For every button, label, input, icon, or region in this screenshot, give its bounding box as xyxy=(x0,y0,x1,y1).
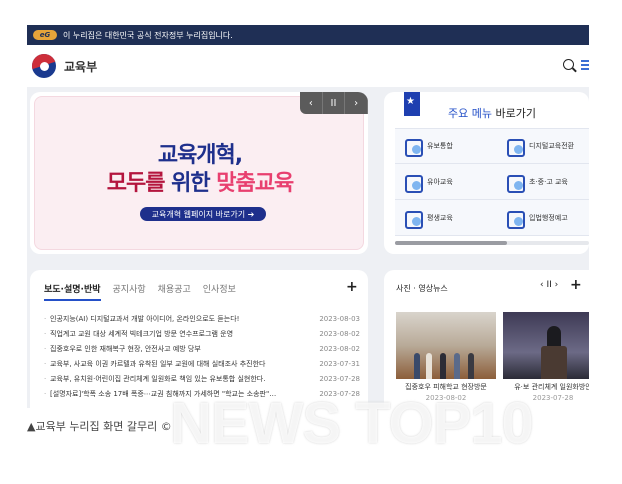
banner-headline-part: 맞춤교육 xyxy=(216,171,294,196)
quick-menu-item[interactable]: 디지털교육전환 xyxy=(495,129,589,164)
government-notice-text: 이 누리집은 대한민국 공식 전자정부 누리집입니다. xyxy=(63,30,233,40)
monitor-icon xyxy=(403,209,423,229)
news-title: 직업계고 교원 대상 세계적 빅테크기업 방문 연수프로그램 운영 xyxy=(50,329,234,338)
government-notice-bar: eG 이 누리집은 대한민국 공식 전자정부 누리집입니다. xyxy=(27,25,589,45)
quick-menu-scrollbar[interactable] xyxy=(395,241,589,245)
chevron-left-icon[interactable]: ‹ xyxy=(300,92,323,114)
news-row[interactable]: · 교육부, 사교육 이권 카르텔과 유착된 일부 교원에 대해 실태조사 추진한… xyxy=(44,356,360,371)
watermark: NEWS TOP10 xyxy=(170,391,534,456)
bookmark-icon xyxy=(404,92,420,116)
quick-menu-item[interactable]: 유아교육 xyxy=(395,165,495,200)
site-name[interactable]: 교육부 xyxy=(64,58,97,75)
speaker-figure xyxy=(547,326,561,348)
news-title: 교육부, 유치원·어린이집 관리체계 일원화로 책임 있는 유보통합 실현한다. xyxy=(50,374,266,383)
news-date: 2023-07-28 xyxy=(319,374,360,383)
quick-menu-item[interactable]: 평생교육 xyxy=(395,201,495,236)
child-icon xyxy=(403,173,423,193)
news-row[interactable]: · 집중호우로 인한 재해복구 현장, 안전사고 예방 당부 2023-08-02 xyxy=(44,341,360,356)
photo-more-button[interactable]: + xyxy=(570,277,582,293)
news-row[interactable]: · 교육부, 유치원·어린이집 관리체계 일원화로 책임 있는 유보통합 실현한다… xyxy=(44,371,360,386)
banner-link-button[interactable]: 교육개혁 웹페이지 바로가기 ➔ xyxy=(140,207,266,221)
podium xyxy=(541,346,567,379)
people-icon xyxy=(403,137,423,157)
quick-menu-item[interactable]: 입법행정예고 xyxy=(495,201,589,236)
pause-icon[interactable]: II xyxy=(323,92,346,114)
search-icon[interactable] xyxy=(563,59,574,70)
quick-menu-title: 주요 메뉴 바로가기 xyxy=(448,105,536,121)
tab-personnel[interactable]: 인사정보 xyxy=(203,282,236,301)
photo-news-title: 사진 · 영상뉴스 xyxy=(396,284,448,293)
news-more-button[interactable]: + xyxy=(346,279,358,295)
computer-icon xyxy=(505,137,525,157)
quick-menu-label: 평생교육 xyxy=(427,214,453,222)
quick-menu-item[interactable]: 유보통합 xyxy=(395,129,495,164)
news-title: 집중호우로 인한 재해복구 현장, 안전사고 예방 당부 xyxy=(50,344,201,353)
quick-menu-item[interactable]: 초·중·고 교육 xyxy=(495,165,589,200)
news-row[interactable]: · 직업계고 교원 대상 세계적 빅테크기업 방문 연수프로그램 운영 2023-0… xyxy=(44,326,360,341)
photo-thumbnail[interactable] xyxy=(396,312,496,379)
tab-notices[interactable]: 공지사항 xyxy=(113,282,146,301)
main-banner[interactable]: 교육개혁, 모두를 위한 맞춤교육 교육개혁 웹페이지 바로가기 ➔ ‹ II … xyxy=(30,92,368,254)
quick-menu-title-highlight: 주요 메뉴 xyxy=(448,107,492,120)
quick-menu-label: 유보통합 xyxy=(427,142,453,150)
site-header: 교육부 xyxy=(27,45,589,87)
e-government-logo: eG xyxy=(33,30,57,40)
menu-icon[interactable] xyxy=(581,60,589,70)
banner-slide[interactable]: 교육개혁, 모두를 위한 맞춤교육 교육개혁 웹페이지 바로가기 ➔ xyxy=(34,96,364,250)
banner-headline-2: 모두를 위한 맞춤교육 xyxy=(35,165,365,197)
quick-menu-grid: 유보통합 디지털교육전환 유아교육 초·중·고 교육 평생교육 입법행정예고 xyxy=(395,128,589,236)
news-title: 인공지능(AI) 디지털교과서 개발 아이디어, 온라인으로도 듣는다! xyxy=(50,314,240,323)
photo-news-controls[interactable]: ‹ II › xyxy=(540,280,558,290)
scrollbar-thumb[interactable] xyxy=(395,241,507,245)
screenshot-frame: eG 이 누리집은 대한민국 공식 전자정부 누리집입니다. 교육부 교육개혁,… xyxy=(27,25,589,408)
quick-menu-panel: 주요 메뉴 바로가기 유보통합 디지털교육전환 유아교육 초·중·고 교육 평생… xyxy=(384,92,589,254)
news-date: 2023-08-02 xyxy=(319,329,360,338)
quick-menu-label: 디지털교육전환 xyxy=(529,142,575,150)
tab-press-release[interactable]: 보도·설명·반박 xyxy=(44,282,101,301)
quick-menu-label: 초·중·고 교육 xyxy=(529,178,568,186)
banner-slide-controls: ‹ II › xyxy=(300,92,368,114)
chevron-right-icon[interactable]: › xyxy=(345,92,368,114)
tab-recruitment[interactable]: 채용공고 xyxy=(158,282,191,301)
government-emblem-icon[interactable] xyxy=(32,54,56,78)
news-date: 2023-07-31 xyxy=(319,359,360,368)
news-date: 2023-08-03 xyxy=(319,314,360,323)
photo-thumbnail[interactable] xyxy=(503,312,589,379)
news-tabs: 보도·설명·반박 공지사항 채용공고 인사정보 xyxy=(44,282,236,301)
quick-menu-label: 유아교육 xyxy=(427,178,453,186)
news-title: 교육부, 사교육 이권 카르텔과 유착된 일부 교원에 대해 실태조사 추진한다 xyxy=(50,359,266,368)
news-row[interactable]: · 인공지능(AI) 디지털교과서 개발 아이디어, 온라인으로도 듣는다! 202… xyxy=(44,311,360,326)
image-caption: ▲교육부 누리집 화면 갈무리 © xyxy=(27,420,172,433)
photo-news-panel: 사진 · 영상뉴스 ‹ II › + 집중호우 피해학교 현장방문 유·보 관리… xyxy=(384,270,589,408)
book-icon xyxy=(505,173,525,193)
quick-menu-label: 입법행정예고 xyxy=(529,214,568,222)
banner-headline-part: 위한 xyxy=(164,171,217,196)
news-date: 2023-08-02 xyxy=(319,344,360,353)
banner-headline-part: 모두를 xyxy=(106,171,166,196)
quick-menu-title-rest: 바로가기 xyxy=(491,107,536,120)
news-panel: 보도·설명·반박 공지사항 채용공고 인사정보 + · 인공지능(AI) 디지털교… xyxy=(30,270,368,408)
document-icon xyxy=(505,209,525,229)
